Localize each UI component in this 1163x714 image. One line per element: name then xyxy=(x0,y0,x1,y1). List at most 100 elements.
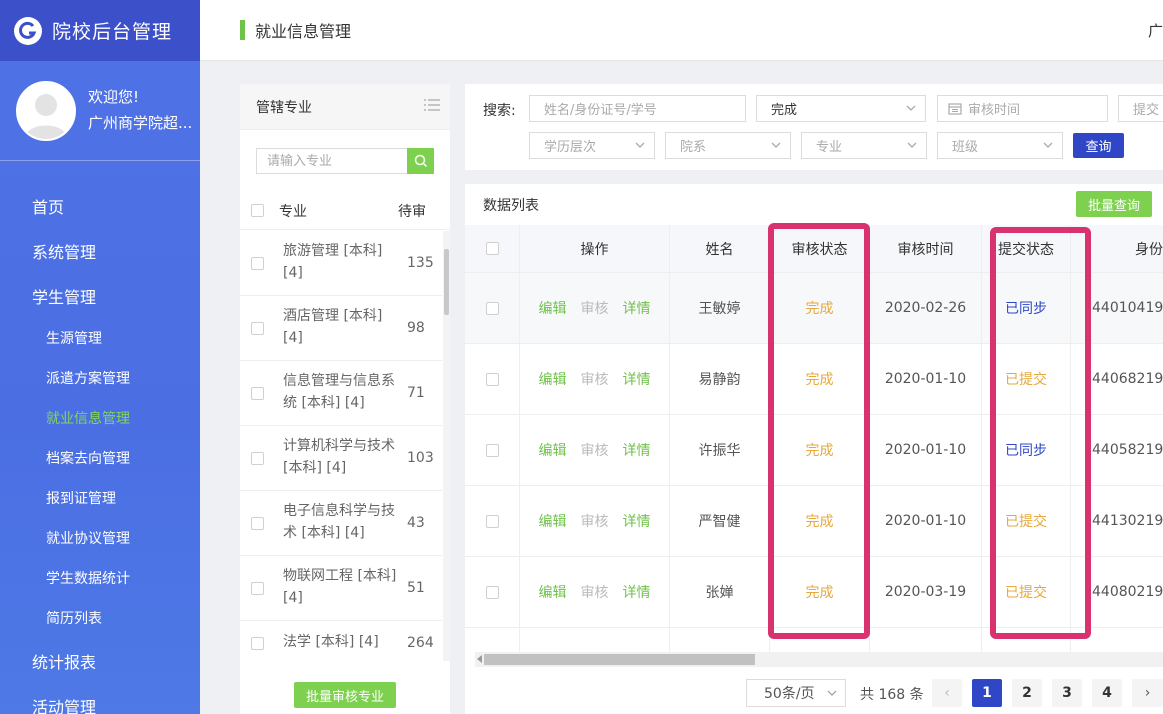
audit-time: 2020-01-10 xyxy=(870,486,982,556)
row-actions: 编辑 审核 详情 xyxy=(520,273,670,343)
edit-link[interactable]: 编辑 xyxy=(539,582,567,602)
major-checkbox[interactable] xyxy=(251,386,264,400)
nav-item-employment[interactable]: 就业信息管理 xyxy=(0,398,200,438)
edit-link[interactable]: 编辑 xyxy=(539,440,567,460)
major-list-scrollbar[interactable] xyxy=(443,231,450,661)
row-checkbox[interactable] xyxy=(485,301,499,315)
avatar[interactable] xyxy=(16,80,76,141)
major-pending-count: 51 xyxy=(407,580,425,596)
major-pending-count: 98 xyxy=(407,320,425,336)
major-search-button[interactable] xyxy=(407,148,434,174)
search-label: 搜索: xyxy=(483,103,516,119)
department-select[interactable]: 院系 xyxy=(665,132,791,159)
page-button-4[interactable]: 4 xyxy=(1092,679,1122,707)
major-name: 酒店管理 [本科] [4] xyxy=(283,308,383,346)
audit-link[interactable]: 审核 xyxy=(581,511,609,531)
major-panel: 管辖专业 专业 待审 旅游管理 [本科] [4] 135 酒店管理 [本科] [… xyxy=(240,84,450,714)
major-item[interactable]: 电子信息科学与技术 [本科] [4] 43 xyxy=(240,491,442,556)
major-item[interactable]: 旅游管理 [本科] [4] 135 xyxy=(240,231,442,296)
prev-page-button[interactable]: ‹ xyxy=(932,679,962,707)
major-select[interactable]: 专业 xyxy=(801,132,927,159)
user-panel: 欢迎您! 广州商学院超... xyxy=(0,61,200,161)
detail-link[interactable]: 详情 xyxy=(623,298,651,318)
major-item[interactable]: 法学 [本科] [4] 264 xyxy=(240,621,442,665)
nav-item-dispatch[interactable]: 派遣方案管理 xyxy=(0,358,200,398)
detail-link[interactable]: 详情 xyxy=(623,369,651,389)
edit-link[interactable]: 编辑 xyxy=(539,511,567,531)
major-checkbox[interactable] xyxy=(251,321,264,335)
edu-level-select[interactable]: 学历层次 xyxy=(529,132,655,159)
list-icon[interactable] xyxy=(424,98,440,112)
table-horizontal-scrollbar[interactable] xyxy=(475,652,1163,667)
detail-link[interactable]: 详情 xyxy=(623,440,651,460)
nav-item-statistics[interactable]: 学生数据统计 xyxy=(0,558,200,598)
row-checkbox[interactable] xyxy=(485,372,499,386)
major-checkbox[interactable] xyxy=(251,581,264,595)
row-checkbox[interactable] xyxy=(485,514,499,528)
nav-item-agreement[interactable]: 就业协议管理 xyxy=(0,518,200,558)
nav-item-report-cert[interactable]: 报到证管理 xyxy=(0,478,200,518)
row-actions: 编辑 审核 详情 xyxy=(520,486,670,556)
major-item[interactable]: 信息管理与信息系统 [本科] [4] 71 xyxy=(240,361,442,426)
major-item[interactable]: 物联网工程 [本科] [4] 51 xyxy=(240,556,442,621)
pending-column-header: 待审 xyxy=(398,203,426,220)
title-accent-bar xyxy=(240,20,245,40)
edit-link[interactable]: 编辑 xyxy=(539,298,567,318)
keyword-placeholder: 姓名/身份证号/学号 xyxy=(544,103,657,118)
major-name: 旅游管理 [本科] [4] xyxy=(283,243,383,281)
audit-link[interactable]: 审核 xyxy=(581,440,609,460)
next-page-button[interactable]: › xyxy=(1132,679,1163,707)
audit-time: 2020-03-19 xyxy=(870,557,982,627)
nav-item-archive[interactable]: 档案去向管理 xyxy=(0,438,200,478)
nav-item-resume[interactable]: 简历列表 xyxy=(0,598,200,638)
keyword-input[interactable]: 姓名/身份证号/学号 xyxy=(529,95,746,122)
major-checkbox[interactable] xyxy=(251,451,264,465)
nav-item-system[interactable]: 系统管理 xyxy=(0,228,200,273)
batch-query-button[interactable]: 批量查询 xyxy=(1076,191,1152,217)
row-checkbox[interactable] xyxy=(485,585,499,599)
submit-status-select[interactable]: 提交 xyxy=(1118,95,1163,122)
page-button-2[interactable]: 2 xyxy=(1012,679,1042,707)
audit-time-input[interactable]: 审核时间 xyxy=(937,95,1108,122)
nav-item-student[interactable]: 学生管理 xyxy=(0,273,200,318)
nav-item-activity[interactable]: 活动管理 xyxy=(0,683,200,714)
major-item[interactable]: 计算机科学与技术 [本科] [4] 103 xyxy=(240,426,442,491)
page-button-3[interactable]: 3 xyxy=(1052,679,1082,707)
app-title: 院校后台管理 xyxy=(52,21,173,43)
edit-link[interactable]: 编辑 xyxy=(539,369,567,389)
audit-link[interactable]: 审核 xyxy=(581,369,609,389)
major-search-input[interactable] xyxy=(256,148,407,174)
detail-link[interactable]: 详情 xyxy=(623,511,651,531)
major-column-header: 专业 xyxy=(279,203,307,220)
major-checkbox[interactable] xyxy=(251,256,264,270)
major-item[interactable]: 酒店管理 [本科] [4] 98 xyxy=(240,296,442,361)
audit-link[interactable]: 审核 xyxy=(581,298,609,318)
header-user-text[interactable]: 广 xyxy=(1148,20,1163,41)
select-all-checkbox[interactable] xyxy=(485,242,499,255)
audit-link[interactable]: 审核 xyxy=(581,582,609,602)
class-select[interactable]: 班级 xyxy=(937,132,1063,159)
scroll-left-icon[interactable] xyxy=(477,655,482,663)
detail-link[interactable]: 详情 xyxy=(623,582,651,602)
nav-item-reports[interactable]: 统计报表 xyxy=(0,638,200,683)
page-size-select[interactable]: 50条/页 xyxy=(746,679,846,707)
edu-level-placeholder: 学历层次 xyxy=(544,140,597,155)
page-button-1[interactable]: 1 xyxy=(972,679,1002,707)
major-checkbox[interactable] xyxy=(251,516,264,530)
query-button[interactable]: 查询 xyxy=(1073,133,1124,158)
nav-item-home[interactable]: 首页 xyxy=(0,183,200,228)
scrollbar-thumb[interactable] xyxy=(484,654,755,665)
major-name: 法学 [本科] [4] xyxy=(283,634,379,651)
student-name: 许振华 xyxy=(670,415,770,485)
page-size-value: 50条/页 xyxy=(764,686,815,702)
row-checkbox[interactable] xyxy=(485,443,499,457)
nav-item-source[interactable]: 生源管理 xyxy=(0,318,200,358)
select-all-majors-checkbox[interactable] xyxy=(251,204,264,217)
scrollbar-thumb[interactable] xyxy=(444,249,449,315)
audit-status-select[interactable]: 完成 xyxy=(756,95,926,122)
chevron-down-icon xyxy=(906,105,916,111)
submit-status-placeholder: 提交 xyxy=(1133,103,1160,118)
audit-status-value: 完成 xyxy=(771,103,798,118)
batch-audit-major-button[interactable]: 批量审核专业 xyxy=(294,682,396,708)
major-checkbox[interactable] xyxy=(251,636,264,650)
